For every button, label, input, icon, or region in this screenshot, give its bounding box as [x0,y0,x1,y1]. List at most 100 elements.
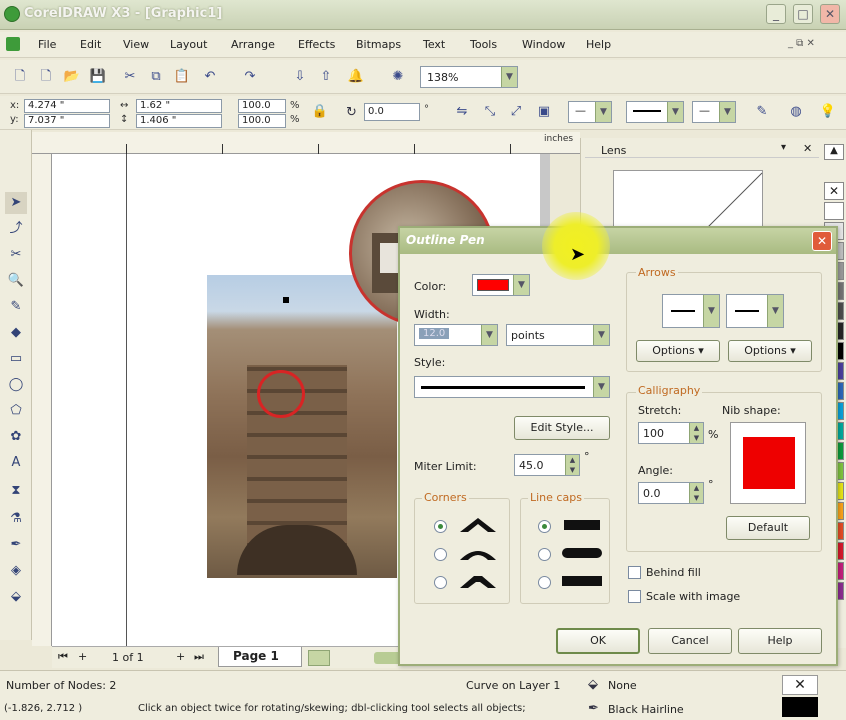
building-photo[interactable] [207,275,397,578]
cap-round-radio[interactable] [538,548,551,561]
stretch-field[interactable]: 100 ▲ ▼ [638,422,704,444]
line-style-combo[interactable]: ▼ [626,101,684,123]
open-icon[interactable]: 📂 [62,67,82,87]
outline-tool-icon[interactable]: ✒ [5,534,27,556]
minimize-button[interactable]: _ [766,4,786,24]
scale-x-field[interactable]: 100.0 [238,99,286,113]
node-icon[interactable]: ⤡ [480,102,500,122]
close-window-button[interactable]: ✕ [820,4,840,24]
menu-layout[interactable]: Layout [170,38,207,51]
menu-edit[interactable]: Edit [80,38,101,51]
outline-pen-icon[interactable]: ✎ [752,102,772,122]
arrow-options-end-button[interactable]: Options ▾ [728,340,812,362]
copy-icon[interactable]: ⧉ [146,67,166,87]
maximize-button[interactable]: □ [793,4,813,24]
help-button[interactable]: Help [738,628,822,654]
scale-with-image-checkbox[interactable] [628,590,641,603]
zoom-tool-icon[interactable]: 🔍 [5,270,27,292]
cap-square-radio[interactable] [538,576,551,589]
style-dropdown-icon[interactable]: ▼ [593,377,609,397]
nib-shape-preview[interactable] [730,422,806,504]
miter-spin-icon[interactable]: ▲ ▼ [565,455,579,475]
units-dropdown-icon[interactable]: ▼ [593,325,609,345]
menu-bitmaps[interactable]: Bitmaps [356,38,401,51]
behind-fill-checkbox[interactable] [628,566,641,579]
end-arrow-dd-icon[interactable]: ▼ [767,295,783,327]
pick-tool-icon[interactable]: ➤ [5,192,27,214]
rotation-angle-field[interactable]: 0.0 [364,103,420,121]
color-dropdown-icon[interactable]: ▼ [513,275,529,295]
menu-arrange[interactable]: Arrange [231,38,275,51]
outline-color-swatch[interactable] [782,697,818,717]
width-units-combo[interactable]: points ▼ [506,324,610,346]
horizontal-ruler[interactable]: inches [32,132,580,154]
shape-tool-icon[interactable]: ⤴ [5,218,27,240]
start-arrow-dropdown-icon[interactable]: ▼ [595,102,611,122]
dialog-close-button[interactable]: ✕ [812,231,832,251]
fill-tool-icon[interactable]: ◈ [5,560,27,582]
edit-style-button[interactable]: Edit Style... [514,416,610,440]
vertical-ruler[interactable] [32,154,52,646]
end-arrow-dropdown-icon[interactable]: ▼ [719,102,735,122]
corner-round-radio[interactable] [434,548,447,561]
no-color-swatch-icon[interactable]: ✕ [824,182,844,200]
start-arrow-dd-icon[interactable]: ▼ [703,295,719,327]
lock-ratio-icon[interactable]: 🔒 [310,102,330,122]
new-from-template-icon[interactable]: 🗋 [36,67,56,87]
angle-spin-icon[interactable]: ▲ ▼ [689,483,703,503]
freehand-tool-icon[interactable]: ✎ [5,296,27,318]
text-tool-icon[interactable]: A [5,452,27,474]
dialog-title-bar[interactable]: Outline Pen ✕ [400,228,836,254]
save-icon[interactable]: 💾 [88,67,108,87]
x-position-field[interactable]: 4.274 " [24,99,110,113]
corner-bevel-radio[interactable] [434,576,447,589]
end-arrow-selector[interactable]: ▼ [726,294,784,328]
eyedropper-tool-icon[interactable]: ⚗ [5,508,27,530]
width-combo[interactable]: 12.0 ▼ [414,324,498,346]
style-combo[interactable]: ▼ [414,376,610,398]
palette-swatch[interactable] [824,202,844,220]
interactive-fill-icon[interactable]: ⬙ [5,586,27,608]
new-icon[interactable]: 🗋 [10,67,30,87]
cap-butt-radio[interactable] [538,520,551,533]
object-height-field[interactable]: 1.406 " [136,114,222,128]
next-page-icon[interactable]: + [176,650,185,663]
convert-curves-icon[interactable]: ◍ [786,102,806,122]
paste-icon[interactable]: 📋 [172,67,192,87]
selected-circle[interactable] [257,370,305,418]
arrow-options-start-button[interactable]: Options ▾ [636,340,720,362]
welcome-icon[interactable]: ✺ [388,67,408,87]
last-page-icon[interactable]: ⏭ [194,650,204,664]
menu-text[interactable]: Text [423,38,445,51]
end-arrow-combo[interactable]: — ▼ [692,101,736,123]
zoom-dropdown-icon[interactable]: ▼ [501,67,517,87]
default-button[interactable]: Default [726,516,810,540]
bulb-icon[interactable]: 💡 [818,102,838,122]
ok-button[interactable]: OK [556,628,640,654]
launcher-icon[interactable]: 🔔 [346,67,366,87]
menu-help[interactable]: Help [586,38,611,51]
menu-effects[interactable]: Effects [298,38,335,51]
scale-y-field[interactable]: 100.0 [238,114,286,128]
mirror-icon[interactable]: ⇋ [452,102,472,122]
interactive-tool-icon[interactable]: ⧗ [5,480,27,502]
basic-shapes-icon[interactable]: ✿ [5,426,27,448]
docker-menu-icon[interactable]: ▾ [781,142,786,153]
h-scroll-left[interactable] [308,650,330,666]
first-page-icon[interactable]: ⏮ [58,650,68,664]
corner-miter-radio[interactable] [434,520,447,533]
menu-tools[interactable]: Tools [470,38,497,51]
import-icon[interactable]: ⇩ [290,67,310,87]
miter-limit-field[interactable]: 45.0 ▲ ▼ [514,454,580,476]
redo-icon[interactable]: ↷ [240,67,260,87]
object-width-field[interactable]: 1.62 " [136,99,222,113]
width-dropdown-icon[interactable]: ▼ [481,325,497,345]
selection-handle[interactable] [283,297,289,303]
rectangle-tool-icon[interactable]: ▭ [5,348,27,370]
stretch-spin-icon[interactable]: ▲ ▼ [689,423,703,443]
node-edit-icon[interactable]: ⤢ [506,102,526,122]
smart-fill-icon[interactable]: ◆ [5,322,27,344]
prev-page-icon[interactable]: + [78,650,87,663]
menu-file[interactable]: File [38,38,56,51]
start-arrow-combo[interactable]: — ▼ [568,101,612,123]
